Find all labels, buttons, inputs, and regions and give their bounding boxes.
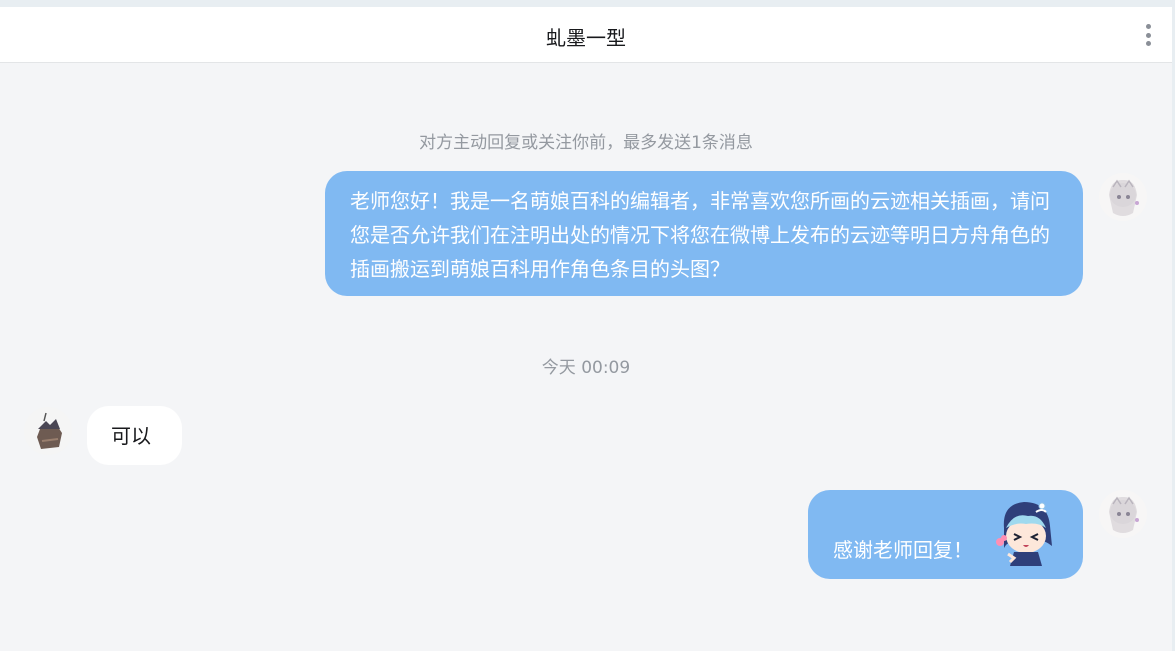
- my-message-bubble[interactable]: 感谢老师回复！: [808, 490, 1083, 579]
- contact-avatar-image: [24, 407, 72, 455]
- chat-window: 虬墨一型 对方主动回复或关注你前，最多发送1条消息 老师您好！我是一名萌娘百科的…: [0, 7, 1172, 651]
- my-avatar-image: [1099, 173, 1147, 221]
- my-avatar[interactable]: [1099, 490, 1147, 538]
- my-avatar-image: [1099, 490, 1147, 538]
- my-avatar[interactable]: [1099, 173, 1147, 221]
- chat-title: 虬墨一型: [546, 26, 626, 50]
- message-text: 可以: [111, 424, 151, 448]
- message-text: 老师您好！我是一名萌娘百科的编辑者，非常喜欢您所画的云迹相关插画，请问您是否允许…: [350, 189, 1050, 281]
- chibi-character-sticker: [996, 502, 1052, 566]
- contact-message-bubble[interactable]: 可以: [87, 406, 182, 465]
- timestamp: 今天 00:09: [541, 358, 631, 378]
- my-message-bubble[interactable]: 老师您好！我是一名萌娘百科的编辑者，非常喜欢您所画的云迹相关插画，请问您是否允许…: [325, 171, 1083, 296]
- more-options-icon[interactable]: [1140, 22, 1156, 48]
- contact-avatar[interactable]: [24, 407, 72, 455]
- message-text: 感谢老师回复！: [833, 538, 973, 562]
- message-limit-notice: 对方主动回复或关注你前，最多发送1条消息: [419, 133, 753, 153]
- chat-header: 虬墨一型: [0, 7, 1172, 63]
